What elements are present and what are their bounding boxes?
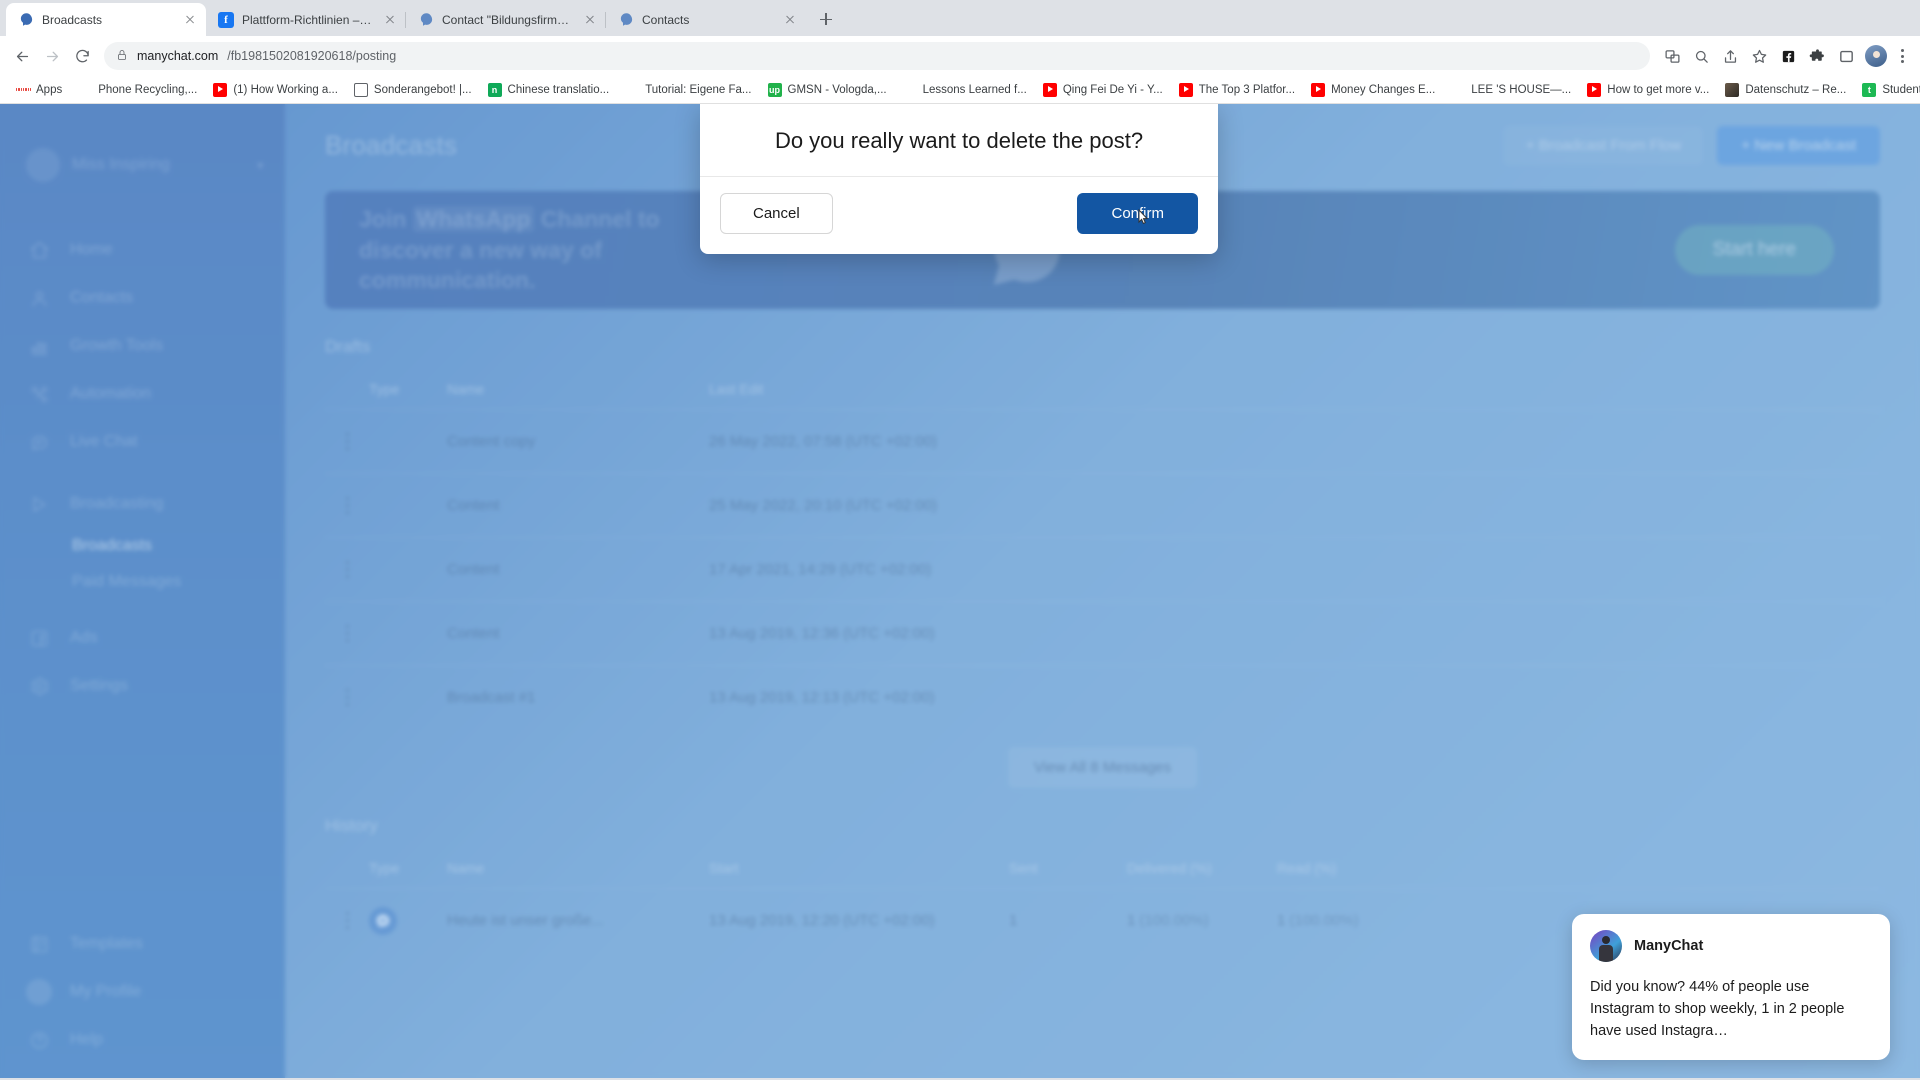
bookmark-item[interactable]: O₂ Phone Recycling,... (70, 80, 205, 100)
bookmark-item[interactable]: How to get more v... (1579, 80, 1717, 100)
hash-icon: # (629, 84, 635, 95)
bookmark-label: Tutorial: Eigene Fa... (645, 83, 752, 96)
youtube-icon (1587, 82, 1602, 97)
bookmark-label: Phone Recycling,... (98, 83, 198, 96)
url-path: /fb1981502081920618/posting (227, 49, 397, 63)
bookmark-item[interactable]: Qing Fei De Yi - Y... (1035, 80, 1171, 100)
manychat-avatar (1590, 929, 1622, 962)
apps-grid-icon (16, 83, 30, 97)
close-icon[interactable] (182, 12, 198, 28)
bookmark-item[interactable]: ✓ Sonderangebot! |... (346, 80, 480, 100)
bookmark-item[interactable]: # Tutorial: Eigene Fa... (617, 80, 759, 100)
bookmark-label: Chinese translatio... (507, 83, 610, 96)
sidepanel-icon[interactable] (1832, 42, 1860, 70)
browser-window: Broadcasts f Plattform-Richtlinien – Übe… (0, 0, 1920, 1080)
bookmark-item[interactable]: Datenschutz – Re... (1717, 80, 1854, 100)
close-icon[interactable] (782, 12, 798, 28)
browser-tab-broadcasts[interactable]: Broadcasts (6, 3, 206, 36)
browser-tab-contact[interactable]: Contact "Bildungsfirma" throu (405, 3, 606, 36)
youtube-icon (1178, 82, 1193, 97)
manychat-icon (18, 12, 34, 28)
profile-avatar[interactable] (1865, 45, 1887, 67)
bookmark-label: Lessons Learned f... (922, 83, 1027, 96)
photo-icon (1725, 82, 1740, 97)
modal-footer: Cancel Confirm (700, 177, 1218, 254)
tab-title: Contact "Bildungsfirma" throu (442, 12, 574, 27)
bookmark-item[interactable]: ⌂ LEE 'S HOUSE—... (1443, 80, 1579, 100)
translate-icon[interactable] (1658, 42, 1686, 70)
bookmark-label: How to get more v... (1607, 83, 1710, 96)
manychat-icon (618, 12, 634, 28)
bookmark-label: Student Wants an... (1882, 83, 1920, 96)
lock-icon (116, 49, 128, 64)
bookmark-star-icon[interactable] (1745, 42, 1773, 70)
bookmark-label: Datenschutz – Re... (1745, 83, 1847, 96)
check-circle-icon: ✓ (353, 82, 368, 97)
pointer-cursor-icon (1138, 208, 1150, 227)
t-circle-icon: t (1862, 82, 1877, 97)
browser-tab-contacts[interactable]: Contacts (605, 3, 806, 36)
share-icon[interactable] (1716, 42, 1744, 70)
forward-arrow-icon (38, 42, 66, 70)
facebook-icon: f (218, 11, 234, 28)
bookmark-label: GMSN - Vologda,... (787, 83, 887, 96)
youtube-icon (213, 82, 228, 97)
airbnb-icon: ⌂ (1455, 84, 1461, 95)
modal-title: Do you really want to delete the post? (700, 104, 1218, 177)
new-tab-button[interactable] (812, 5, 840, 33)
bookmark-item[interactable]: Money Changes E... (1303, 80, 1443, 100)
bookmark-label: (1) How Working a... (233, 83, 338, 96)
close-icon[interactable] (382, 12, 398, 28)
bookmark-label: Qing Fei De Yi - Y... (1062, 83, 1163, 96)
bookmark-label: LEE 'S HOUSE—... (1471, 83, 1572, 96)
tab-title: Broadcasts (42, 12, 103, 27)
close-icon[interactable] (582, 12, 598, 28)
manychat-icon (418, 12, 434, 28)
reload-icon[interactable] (68, 42, 96, 70)
toast-header: ManyChat (1590, 929, 1872, 962)
bookmark-item[interactable]: t Student Wants an... (1854, 80, 1920, 100)
confirm-button[interactable]: Confirm (1077, 193, 1198, 234)
browser-tab-plattform[interactable]: f Plattform-Richtlinien – Übersic (206, 3, 406, 36)
bookmark-item[interactable]: n Chinese translatio... (480, 80, 618, 100)
manychat-notification-toast[interactable]: ManyChat Did you know? 44% of people use… (1572, 913, 1890, 1060)
toast-sender: ManyChat (1634, 937, 1704, 954)
youtube-icon (1311, 82, 1326, 97)
bookmark-item[interactable]: (1) How Working a... (205, 80, 346, 100)
cancel-button[interactable]: Cancel (720, 193, 833, 234)
tab-title: Plattform-Richtlinien – Übersic (242, 12, 374, 27)
o2-icon: O₂ (79, 84, 91, 95)
kebab-menu-icon[interactable] (1892, 46, 1912, 66)
bookmarks-bar: Apps O₂ Phone Recycling,... (1) How Work… (0, 76, 1920, 104)
url-host: manychat.com (137, 49, 219, 63)
youtube-icon (1042, 82, 1057, 97)
bookmark-apps[interactable]: Apps (8, 80, 70, 100)
bookmark-label: Money Changes E... (1331, 83, 1436, 96)
back-arrow-icon[interactable] (8, 42, 36, 70)
delete-confirmation-modal: Do you really want to delete the post? C… (700, 104, 1218, 254)
extensions-puzzle-icon[interactable] (1803, 42, 1831, 70)
manychat-app: Miss Inspiring ▾ Home Contacts Growth To… (0, 104, 1920, 1078)
search-icon[interactable] (1687, 42, 1715, 70)
bookmark-label: Apps (36, 83, 63, 96)
bookmark-item[interactable]: The Top 3 Platfor... (1171, 80, 1303, 100)
facebook-extension-icon[interactable] (1774, 42, 1802, 70)
toast-message: Did you know? 44% of people use Instagra… (1590, 978, 1845, 1039)
green-circle-icon: n (487, 82, 502, 97)
tab-strip: Broadcasts f Plattform-Richtlinien – Übe… (0, 0, 1920, 36)
tab-title: Contacts (642, 12, 690, 27)
er-icon: er (905, 84, 914, 95)
up-icon: up (767, 82, 782, 97)
bookmark-label: Sonderangebot! |... (373, 83, 472, 96)
bookmark-label: The Top 3 Platfor... (1198, 83, 1296, 96)
address-bar[interactable]: manychat.com/fb1981502081920618/posting (104, 42, 1650, 70)
toolbar-right-icons (1658, 42, 1912, 70)
bookmark-item[interactable]: er Lessons Learned f... (895, 80, 1035, 100)
browser-toolbar: manychat.com/fb1981502081920618/posting (0, 36, 1920, 76)
bookmark-item[interactable]: up GMSN - Vologda,... (760, 80, 895, 100)
